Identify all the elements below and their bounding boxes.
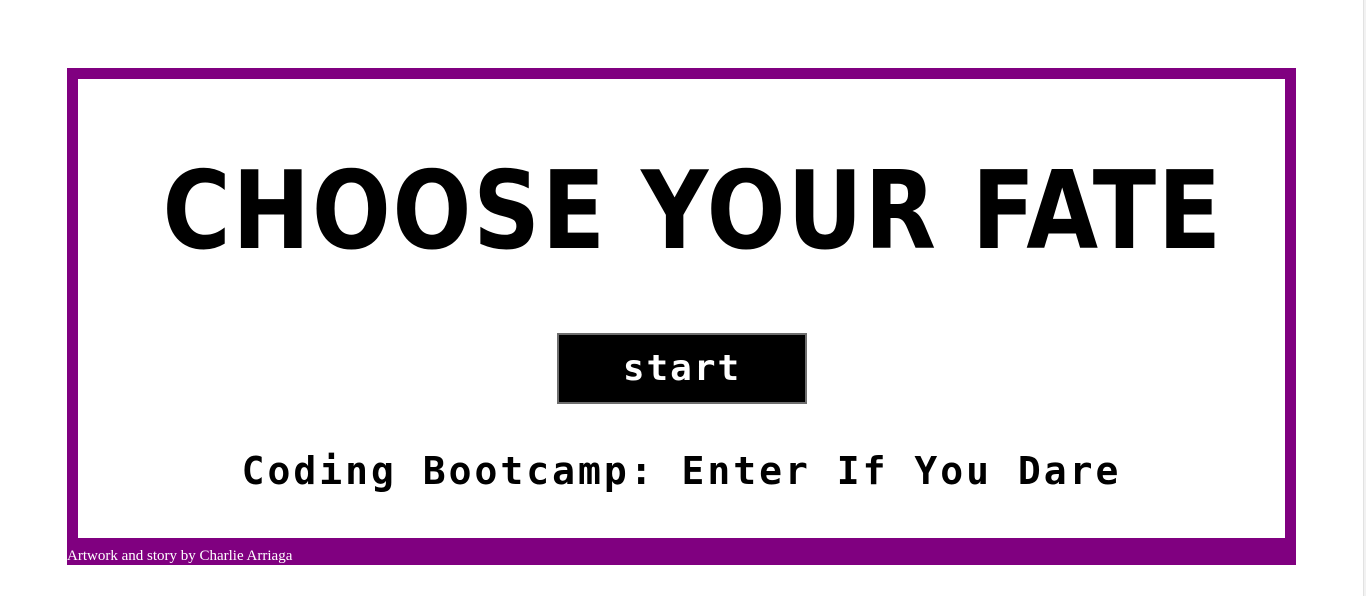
title-panel: CHOOSE YOUR FATE start Coding Bootcamp: … (78, 79, 1285, 538)
game-frame: CHOOSE YOUR FATE start Coding Bootcamp: … (67, 68, 1296, 565)
start-button[interactable]: start (557, 333, 807, 404)
page: CHOOSE YOUR FATE start Coding Bootcamp: … (0, 0, 1366, 596)
credit-text: Artwork and story by Charlie Arriaga (67, 548, 293, 564)
game-subtitle: Coding Bootcamp: Enter If You Dare (241, 449, 1122, 493)
game-title: CHOOSE YOUR FATE (162, 149, 1223, 274)
